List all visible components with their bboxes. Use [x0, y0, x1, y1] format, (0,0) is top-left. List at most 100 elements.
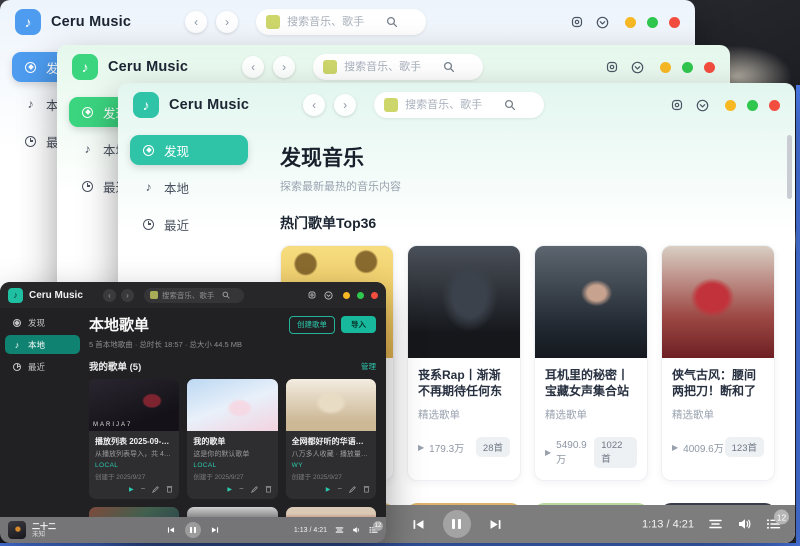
manage-link[interactable]: 管理 — [361, 361, 376, 372]
delete-icon[interactable] — [363, 485, 370, 493]
volume-icon[interactable] — [737, 518, 752, 531]
lyrics-icon[interactable] — [708, 518, 723, 531]
settings-icon[interactable] — [606, 61, 618, 73]
sidebar-item-recent[interactable]: 最近 — [5, 357, 80, 376]
create-playlist-button[interactable]: 创建歌单 — [289, 316, 335, 334]
more-icon[interactable]: − — [141, 485, 146, 493]
w3-titlebar: ♪ Ceru Music ‹ › — [118, 83, 795, 127]
search-bar[interactable] — [144, 288, 244, 303]
sidebar-item-discover[interactable]: 发现 — [130, 135, 248, 165]
nav-forward-button[interactable]: › — [121, 289, 134, 302]
nav-forward-button[interactable]: › — [334, 94, 356, 116]
compass-icon — [143, 145, 154, 156]
nav-forward-button[interactable]: › — [216, 11, 238, 33]
search-bar[interactable] — [313, 54, 483, 80]
minimize-button[interactable] — [725, 100, 736, 111]
close-button[interactable] — [669, 17, 680, 28]
queue-button[interactable]: 12 — [369, 526, 378, 534]
window-dark: ♪ Ceru Music ‹ › 发现 ♪本地 最近 — [0, 282, 386, 543]
local-playlist-card[interactable]: 我的歌单 这是你的默认歌单 LOCAL 创建于 2025/9/27 ▶ − — [187, 379, 277, 499]
play-count: 5490.9万 — [556, 440, 594, 466]
edit-icon[interactable] — [251, 486, 258, 493]
sidebar-item-discover[interactable]: 发现 — [5, 313, 80, 332]
update-chevron-icon[interactable] — [324, 291, 333, 300]
wallpaper-edge — [796, 85, 800, 546]
close-button[interactable] — [704, 62, 715, 73]
playback-time: 1:13 / 4:21 — [642, 518, 694, 530]
maximize-button[interactable] — [747, 100, 758, 111]
playlist-card[interactable]: 侠气古风：腰间两把刀！断和了 精选歌单 ▶ 4009.6万 123首 — [661, 245, 775, 481]
nav-forward-button[interactable]: › — [273, 56, 295, 78]
playlist-card[interactable]: 耳机里的秘密丨宝藏女声集合站 精选歌单 ▶ 5490.9万 1022首 — [534, 245, 648, 481]
now-playing-artist: 未知 — [32, 531, 56, 538]
queue-button[interactable]: 12 — [766, 518, 781, 531]
settings-icon[interactable] — [308, 291, 316, 299]
update-chevron-icon[interactable] — [631, 61, 644, 74]
more-icon[interactable]: − — [239, 485, 244, 493]
play-icon[interactable]: ▶ — [129, 486, 134, 493]
close-button[interactable] — [371, 292, 378, 299]
delete-icon[interactable] — [265, 485, 272, 493]
minimize-button[interactable] — [625, 17, 636, 28]
sidebar-item-local[interactable]: ♪本地 — [130, 172, 248, 202]
maximize-button[interactable] — [682, 62, 693, 73]
previous-track-button[interactable] — [412, 518, 425, 531]
now-playing-artwork[interactable] — [8, 521, 26, 539]
maximize-button[interactable] — [357, 292, 364, 299]
pause-button[interactable] — [443, 510, 471, 538]
playlist-subtitle: 这是你的默认歌单 — [193, 449, 271, 459]
app-logo-icon: ♪ — [72, 54, 98, 80]
search-icon — [386, 16, 398, 28]
search-input[interactable] — [162, 291, 218, 300]
local-playlist-card[interactable]: MARIJA7 播放列表 2025-09-27 07:23 从播放列表导入，共 … — [89, 379, 179, 499]
page-title: 发现音乐 — [280, 142, 775, 172]
nav-back-button[interactable]: ‹ — [303, 94, 325, 116]
search-input[interactable] — [344, 61, 436, 73]
settings-icon[interactable] — [571, 16, 583, 28]
update-chevron-icon[interactable] — [696, 99, 709, 112]
search-bar[interactable] — [256, 9, 426, 35]
search-input[interactable] — [405, 99, 497, 111]
delete-icon[interactable] — [166, 485, 173, 493]
edit-icon[interactable] — [152, 486, 159, 493]
local-playlist-card[interactable]: 全网都好听的华语歌曲300首 (... 八万多人收藏 · 播放量：全网... W… — [286, 379, 376, 499]
app-title: Ceru Music — [29, 290, 83, 301]
update-chevron-icon[interactable] — [596, 16, 609, 29]
next-track-button[interactable] — [489, 518, 502, 531]
playlist-card[interactable]: 丧系Rap丨渐渐不再期待任何东西 精选歌单 ▶ 179.3万 28首 — [407, 245, 521, 481]
created-date: 创建于 2025/9/27 — [193, 471, 271, 481]
close-button[interactable] — [769, 100, 780, 111]
w4-titlebar: ♪ Ceru Music ‹ › — [0, 282, 386, 308]
next-track-button[interactable] — [211, 526, 219, 534]
play-icon[interactable]: ▶ — [326, 486, 331, 493]
minimize-button[interactable] — [343, 292, 350, 299]
more-icon[interactable]: − — [337, 485, 342, 493]
search-icon — [504, 99, 516, 111]
maximize-button[interactable] — [647, 17, 658, 28]
settings-icon[interactable] — [671, 99, 683, 111]
clock-icon — [82, 181, 93, 192]
pause-button[interactable] — [185, 522, 201, 538]
search-input[interactable] — [287, 16, 379, 28]
nav-back-button[interactable]: ‹ — [242, 56, 264, 78]
scrollbar-thumb[interactable] — [787, 135, 792, 199]
import-button[interactable]: 导入 — [341, 316, 376, 333]
sidebar-item-recent[interactable]: 最近 — [130, 209, 248, 239]
local-playlist-grid: MARIJA7 播放列表 2025-09-27 07:23 从播放列表导入，共 … — [89, 379, 376, 499]
nav-back-button[interactable]: ‹ — [185, 11, 207, 33]
minimize-button[interactable] — [660, 62, 671, 73]
volume-icon[interactable] — [352, 526, 361, 534]
playlist-title: 全网都好听的华语歌曲300首 (... — [292, 436, 370, 447]
w1-titlebar: ♪ Ceru Music ‹ › — [0, 0, 695, 44]
previous-track-button[interactable] — [167, 526, 175, 534]
music-note-icon: ♪ — [13, 340, 21, 350]
lyrics-icon[interactable] — [335, 526, 344, 534]
play-icon[interactable]: ▶ — [227, 486, 232, 493]
nav-back-button[interactable]: ‹ — [103, 289, 116, 302]
playlist-cover — [286, 379, 376, 431]
edit-icon[interactable] — [349, 486, 356, 493]
queue-count-badge: 12 — [373, 521, 383, 531]
cover-art-text: MARIJA7 — [93, 422, 132, 428]
sidebar-item-local[interactable]: ♪本地 — [5, 335, 80, 354]
search-bar[interactable] — [374, 92, 544, 118]
